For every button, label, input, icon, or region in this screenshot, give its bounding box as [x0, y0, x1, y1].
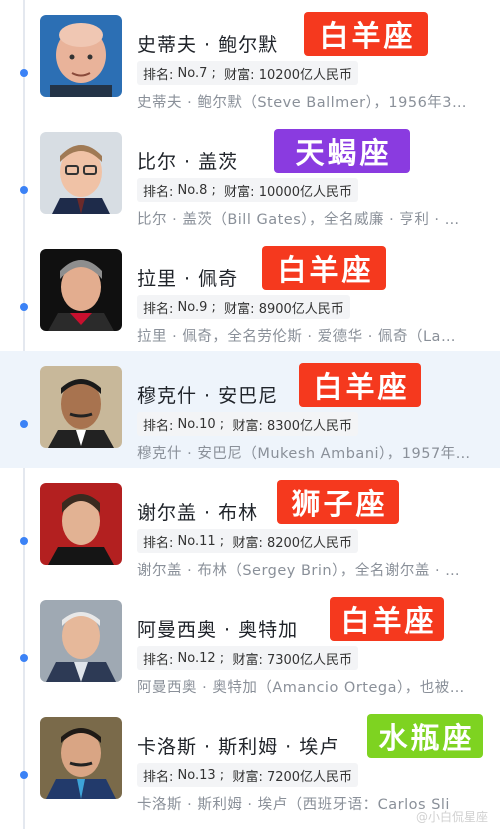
rank-label: 排名:	[143, 67, 174, 83]
wealth-label: 财富:	[224, 184, 255, 200]
person-name: 比尔 · 盖茨	[137, 151, 239, 173]
rank-label: 排名:	[143, 418, 174, 434]
timeline-dot	[20, 420, 28, 428]
person-name: 谢尔盖 · 布林	[137, 502, 259, 524]
rank-value: No.13 ;	[177, 767, 225, 783]
wealth-value: 8200亿人民币	[266, 535, 353, 551]
rank-wealth-tag: 排名: No.12 ; 财富: 7300亿人民币	[137, 646, 359, 670]
person-description: 谢尔盖 · 布林（Sergey Brin），全名谢尔盖 · …	[137, 563, 461, 579]
avatar	[40, 717, 122, 799]
zodiac-badge: 水瓶座	[367, 714, 483, 758]
person-description: 阿曼西奥 · 奥特加（Amancio Ortega），也被…	[137, 680, 465, 696]
timeline-dot	[20, 303, 28, 311]
wealth-label: 财富:	[232, 769, 263, 785]
zodiac-badge: 白羊座	[330, 597, 444, 641]
avatar	[40, 483, 122, 565]
list-item[interactable]: 史蒂夫 · 鲍尔默 白羊座 排名: No.7 ; 财富: 10200亿人民币 史…	[0, 0, 500, 117]
list-item[interactable]: 比尔 · 盖茨 天蝎座 排名: No.8 ; 财富: 10000亿人民币 比尔 …	[0, 117, 500, 234]
watermark: @小白侃星座	[415, 810, 488, 824]
rank-wealth-tag: 排名: No.9 ; 财富: 8900亿人民币	[137, 295, 350, 319]
person-name: 穆克什 · 安巴尼	[137, 385, 279, 407]
wealth-value: 7200亿人民币	[266, 769, 353, 785]
avatar	[40, 132, 122, 214]
rank-label: 排名:	[143, 769, 174, 785]
zodiac-badge: 白羊座	[299, 363, 421, 407]
list-item[interactable]: 穆克什 · 安巴尼 白羊座 排名: No.10 ; 财富: 8300亿人民币 穆…	[0, 351, 500, 468]
person-description: 比尔 · 盖茨（Bill Gates），全名威廉 · 亨利 · …	[137, 212, 460, 228]
rank-label: 排名:	[143, 301, 174, 317]
rank-value: No.8 ;	[177, 182, 216, 198]
rank-wealth-tag: 排名: No.10 ; 财富: 8300亿人民币	[137, 412, 359, 436]
person-name: 史蒂夫 · 鲍尔默	[137, 34, 279, 56]
wealth-label: 财富:	[224, 67, 255, 83]
rank-wealth-tag: 排名: No.7 ; 财富: 10200亿人民币	[137, 61, 359, 85]
wealth-value: 10200亿人民币	[258, 67, 353, 83]
wealth-label: 财富:	[232, 652, 263, 668]
rank-label: 排名:	[143, 184, 174, 200]
list-item[interactable]: 谢尔盖 · 布林 狮子座 排名: No.11 ; 财富: 8200亿人民币 谢尔…	[0, 468, 500, 585]
wealth-label: 财富:	[224, 301, 255, 317]
rank-value: No.11 ;	[177, 533, 225, 549]
rank-wealth-tag: 排名: No.13 ; 财富: 7200亿人民币	[137, 763, 359, 787]
wealth-value: 7300亿人民币	[266, 652, 353, 668]
rank-value: No.9 ;	[177, 299, 216, 315]
list-item[interactable]: 拉里 · 佩奇 白羊座 排名: No.9 ; 财富: 8900亿人民币 拉里 ·…	[0, 234, 500, 351]
person-name: 拉里 · 佩奇	[137, 268, 239, 290]
rank-wealth-tag: 排名: No.8 ; 财富: 10000亿人民币	[137, 178, 359, 202]
avatar	[40, 366, 122, 448]
rank-value: No.7 ;	[177, 65, 216, 81]
person-name: 阿曼西奥 · 奥特加	[137, 619, 299, 641]
wealth-value: 8300亿人民币	[266, 418, 353, 434]
timeline-dot	[20, 771, 28, 779]
avatar	[40, 600, 122, 682]
zodiac-badge: 白羊座	[262, 246, 386, 290]
wealth-value: 10000亿人民币	[258, 184, 353, 200]
rank-value: No.12 ;	[177, 650, 225, 666]
zodiac-badge: 狮子座	[277, 480, 399, 524]
timeline-dot	[20, 186, 28, 194]
rank-label: 排名:	[143, 652, 174, 668]
zodiac-badge: 天蝎座	[274, 129, 410, 173]
person-description: 拉里 · 佩奇，全名劳伦斯 · 爱德华 · 佩奇（La…	[137, 329, 456, 345]
list-item[interactable]: 卡洛斯 · 斯利姆 · 埃卢 水瓶座 排名: No.13 ; 财富: 7200亿…	[0, 702, 500, 819]
timeline-dot	[20, 537, 28, 545]
rank-label: 排名:	[143, 535, 174, 551]
rank-value: No.10 ;	[177, 416, 225, 432]
timeline-dot	[20, 69, 28, 77]
timeline-dot	[20, 654, 28, 662]
wealth-value: 8900亿人民币	[258, 301, 344, 317]
avatar	[40, 249, 122, 331]
person-name: 卡洛斯 · 斯利姆 · 埃卢	[137, 736, 340, 758]
person-description: 穆克什 · 安巴尼（Mukesh Ambani），1957年…	[137, 446, 471, 462]
rank-wealth-tag: 排名: No.11 ; 财富: 8200亿人民币	[137, 529, 359, 553]
avatar	[40, 15, 122, 97]
person-description: 史蒂夫 · 鲍尔默（Steve Ballmer），1956年3…	[137, 95, 468, 111]
zodiac-badge: 白羊座	[304, 12, 428, 56]
list-item[interactable]: 阿曼西奥 · 奥特加 白羊座 排名: No.12 ; 财富: 7300亿人民币 …	[0, 585, 500, 702]
wealth-label: 财富:	[232, 535, 263, 551]
wealth-label: 财富:	[232, 418, 263, 434]
